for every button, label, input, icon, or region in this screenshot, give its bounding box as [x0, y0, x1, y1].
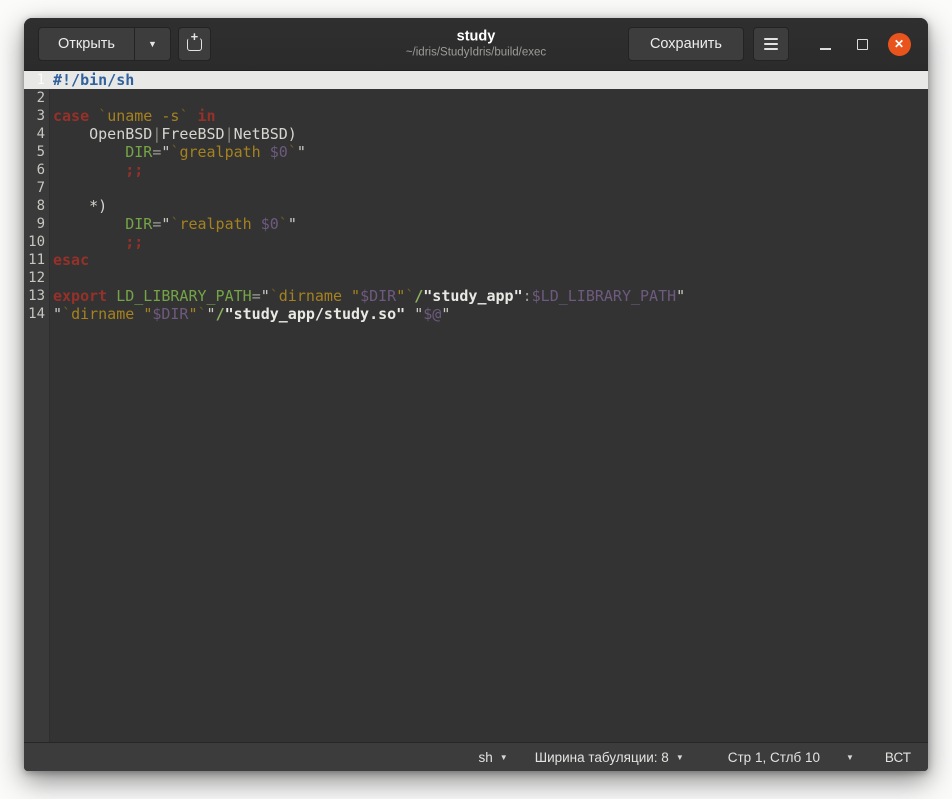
- open-button[interactable]: Открыть: [38, 27, 135, 61]
- caret-down-icon: ▼: [147, 39, 157, 49]
- text-editor-area[interactable]: 1 #!/bin/sh 2 3 case `uname -s` in 4 OpenBSD|…: [24, 71, 928, 742]
- open-button-label: Открыть: [58, 36, 115, 52]
- code-line[interactable]: 3 case `uname -s` in: [24, 107, 928, 125]
- line-number: 3: [36, 108, 45, 124]
- code-line[interactable]: 9 DIR="`realpath $0`": [24, 215, 928, 233]
- line-number: 13: [28, 288, 45, 304]
- language-label: sh: [478, 749, 493, 765]
- window-title-block: study ~/idris/StudyIdris/build/exec: [406, 29, 546, 60]
- code-line[interactable]: 11 esac: [24, 251, 928, 269]
- code-lines: 1 #!/bin/sh 2 3 case `uname -s` in 4 OpenBSD|…: [24, 71, 928, 323]
- line-number: 5: [36, 144, 45, 160]
- caret-down-icon: ▼: [675, 752, 684, 762]
- code-line-content: ;;: [125, 161, 144, 179]
- line-number: 1: [36, 72, 45, 88]
- code-line-content: [50, 179, 928, 197]
- line-number: 10: [28, 234, 45, 250]
- hamburger-icon: [764, 38, 778, 40]
- gedit-window: Открыть ▼ + study ~/idris/StudyIdris/bui…: [24, 18, 928, 771]
- code-line[interactable]: 4 OpenBSD|FreeBSD|NetBSD): [24, 125, 928, 143]
- language-selector[interactable]: sh ▼: [479, 750, 508, 765]
- goto-line-dropdown[interactable]: ▼: [846, 753, 854, 762]
- line-number: 4: [36, 126, 45, 142]
- code-line[interactable]: 13 export LD_LIBRARY_PATH="`dirname "$DIR…: [24, 287, 928, 305]
- code-line-content: [50, 269, 928, 287]
- open-dropdown-button[interactable]: ▼: [134, 27, 171, 61]
- code-line[interactable]: 14 "`dirname "$DIR"`"/"study_app/study.so…: [24, 305, 928, 323]
- code-line-content: "`dirname "$DIR"`"/"study_app/study.so" …: [53, 305, 451, 323]
- new-document-icon: +: [186, 29, 202, 51]
- line-number: 9: [36, 216, 45, 232]
- new-document-button[interactable]: +: [177, 27, 211, 61]
- open-split-button: Открыть ▼: [38, 27, 171, 61]
- code-line-content: [50, 89, 928, 107]
- line-number: 11: [28, 252, 45, 268]
- code-line-content: esac: [53, 251, 90, 269]
- header-right-controls: Сохранить ✕: [627, 27, 914, 61]
- code-line[interactable]: 12: [24, 269, 928, 287]
- code-line-content: ;;: [125, 233, 144, 251]
- minimize-icon: [819, 47, 831, 50]
- code-line[interactable]: 5 DIR="`grealpath $0`": [24, 143, 928, 161]
- maximize-icon: [856, 38, 868, 50]
- code-line-content: OpenBSD|FreeBSD|NetBSD): [53, 125, 297, 143]
- line-number: 14: [28, 306, 45, 322]
- status-bar: sh ▼ Ширина табуляции: 8 ▼ Стр 1, Стлб 1…: [24, 742, 928, 771]
- code-line[interactable]: 8 *): [24, 197, 928, 215]
- close-icon: ✕: [887, 32, 911, 56]
- code-line-content: #!/bin/sh: [53, 71, 135, 89]
- insert-mode-indicator: ВСТ: [884, 749, 911, 765]
- line-number: 6: [36, 162, 45, 178]
- line-number: 8: [36, 198, 45, 214]
- tab-width-label: Ширина табуляции: 8: [534, 749, 669, 765]
- caret-down-icon: ▼: [845, 752, 854, 762]
- window-controls: ✕: [803, 29, 914, 59]
- save-button[interactable]: Сохранить: [627, 27, 744, 61]
- minimize-button[interactable]: [810, 29, 840, 59]
- line-number: 2: [36, 90, 45, 106]
- code-line-content: case `uname -s` in: [53, 107, 216, 125]
- code-line[interactable]: 7: [24, 179, 928, 197]
- close-button[interactable]: ✕: [884, 29, 914, 59]
- code-line[interactable]: 1 #!/bin/sh: [24, 71, 928, 89]
- code-line-content: DIR="`realpath $0`": [125, 215, 297, 233]
- code-line-content: DIR="`grealpath $0`": [125, 143, 306, 161]
- document-title: study: [456, 28, 496, 45]
- save-button-label: Сохранить: [649, 36, 722, 52]
- header-bar: Открыть ▼ + study ~/idris/StudyIdris/bui…: [24, 18, 928, 71]
- code-line[interactable]: 6 ;;: [24, 161, 928, 179]
- code-line-content: export LD_LIBRARY_PATH="`dirname "$DIR"`…: [53, 287, 686, 305]
- document-path: ~/idris/StudyIdris/build/exec: [405, 46, 547, 59]
- maximize-button[interactable]: [847, 29, 877, 59]
- code-line-content: *): [53, 197, 108, 215]
- caret-down-icon: ▼: [499, 752, 508, 762]
- tab-width-selector[interactable]: Ширина табуляции: 8 ▼: [535, 750, 684, 765]
- cursor-position-label: Стр 1, Стлб 10: [727, 749, 820, 765]
- code-line[interactable]: 10 ;;: [24, 233, 928, 251]
- line-number: 12: [28, 270, 45, 286]
- code-line[interactable]: 2: [24, 89, 928, 107]
- line-number: 7: [36, 180, 45, 196]
- hamburger-menu-button[interactable]: [753, 27, 789, 61]
